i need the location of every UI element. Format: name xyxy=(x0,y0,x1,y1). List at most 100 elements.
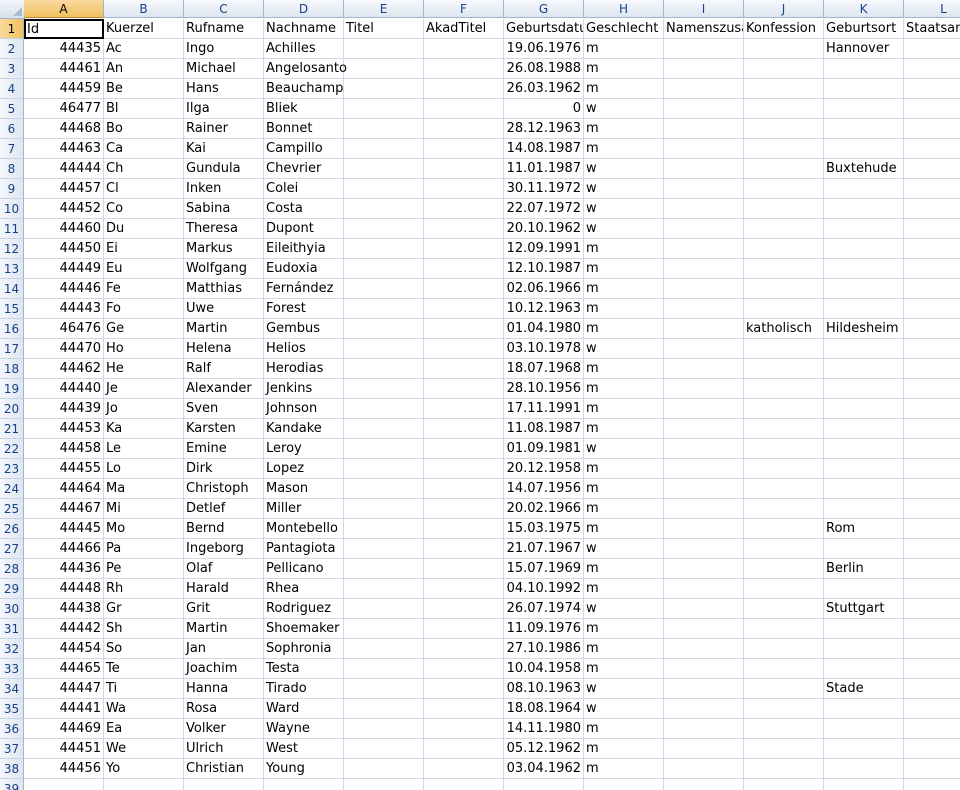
table-cell[interactable] xyxy=(424,179,504,199)
table-cell[interactable]: 12.10.1987 xyxy=(504,259,584,279)
header-cell[interactable]: Rufname xyxy=(184,19,264,39)
table-cell[interactable] xyxy=(904,719,960,739)
table-cell[interactable] xyxy=(344,399,424,419)
table-cell[interactable] xyxy=(424,259,504,279)
row-header[interactable]: 12 xyxy=(0,239,24,259)
table-cell[interactable] xyxy=(664,119,744,139)
table-cell[interactable]: Lo xyxy=(104,459,184,479)
table-cell[interactable] xyxy=(664,279,744,299)
select-all-corner[interactable] xyxy=(0,0,25,19)
table-cell[interactable]: 20.10.1962 xyxy=(504,219,584,239)
table-cell[interactable]: Johnson xyxy=(264,399,344,419)
table-cell[interactable]: 46476 xyxy=(24,319,104,339)
table-cell[interactable]: 44462 xyxy=(24,359,104,379)
table-cell[interactable]: Dirk xyxy=(184,459,264,479)
table-cell[interactable]: Sabina xyxy=(184,199,264,219)
table-cell[interactable] xyxy=(824,719,904,739)
table-cell[interactable] xyxy=(664,159,744,179)
table-cell[interactable]: 44446 xyxy=(24,279,104,299)
table-cell[interactable]: Helena xyxy=(184,339,264,359)
table-cell[interactable] xyxy=(744,739,824,759)
table-cell[interactable] xyxy=(424,219,504,239)
table-cell[interactable]: Hildesheim xyxy=(824,319,904,339)
table-cell[interactable]: 08.10.1963 xyxy=(504,679,584,699)
table-cell[interactable] xyxy=(904,259,960,279)
table-cell[interactable]: 44466 xyxy=(24,539,104,559)
spreadsheet-grid[interactable]: ABCDEFGHIJKL 1 Id Kuerzel Rufname Nachname Ti… xyxy=(0,0,960,790)
table-cell[interactable]: 18.08.1964 xyxy=(504,699,584,719)
table-cell[interactable] xyxy=(104,779,184,790)
table-cell[interactable]: Dupont xyxy=(264,219,344,239)
table-cell[interactable] xyxy=(424,79,504,99)
table-cell[interactable]: Ma xyxy=(104,479,184,499)
table-cell[interactable] xyxy=(344,319,424,339)
table-cell[interactable] xyxy=(344,139,424,159)
table-cell[interactable]: 12.09.1991 xyxy=(504,239,584,259)
table-cell[interactable] xyxy=(744,459,824,479)
table-cell[interactable] xyxy=(344,299,424,319)
table-cell[interactable]: Berlin xyxy=(824,559,904,579)
table-cell[interactable]: Martin xyxy=(184,319,264,339)
table-cell[interactable]: Eileithyia xyxy=(264,239,344,259)
header-cell[interactable]: Kuerzel xyxy=(104,19,184,39)
table-cell[interactable]: m xyxy=(584,739,664,759)
table-cell[interactable] xyxy=(824,239,904,259)
table-cell[interactable]: 44467 xyxy=(24,499,104,519)
table-cell[interactable]: 04.10.1992 xyxy=(504,579,584,599)
table-cell[interactable] xyxy=(824,499,904,519)
table-cell[interactable] xyxy=(344,519,424,539)
table-cell[interactable]: Hannover xyxy=(824,39,904,59)
table-cell[interactable] xyxy=(424,359,504,379)
table-cell[interactable] xyxy=(904,579,960,599)
table-cell[interactable] xyxy=(344,619,424,639)
table-cell[interactable]: 44450 xyxy=(24,239,104,259)
table-cell[interactable]: katholisch xyxy=(744,319,824,339)
table-cell[interactable]: Campillo xyxy=(264,139,344,159)
table-cell[interactable] xyxy=(184,779,264,790)
table-cell[interactable]: Rodriguez xyxy=(264,599,344,619)
table-cell[interactable] xyxy=(664,779,744,790)
table-cell[interactable]: Alexander xyxy=(184,379,264,399)
table-cell[interactable]: w xyxy=(584,159,664,179)
table-cell[interactable]: 03.04.1962 xyxy=(504,759,584,779)
table-cell[interactable] xyxy=(744,339,824,359)
table-cell[interactable]: 15.03.1975 xyxy=(504,519,584,539)
table-cell[interactable]: West xyxy=(264,739,344,759)
table-cell[interactable]: Rhea xyxy=(264,579,344,599)
table-cell[interactable] xyxy=(664,559,744,579)
table-cell[interactable] xyxy=(664,399,744,419)
table-cell[interactable] xyxy=(664,299,744,319)
table-cell[interactable]: w xyxy=(584,539,664,559)
table-cell[interactable]: m xyxy=(584,639,664,659)
row-header[interactable]: 4 xyxy=(0,79,24,99)
table-cell[interactable] xyxy=(904,399,960,419)
table-cell[interactable] xyxy=(824,619,904,639)
table-cell[interactable] xyxy=(904,439,960,459)
table-cell[interactable]: Fe xyxy=(104,279,184,299)
column-header-h[interactable]: H xyxy=(584,0,664,18)
header-cell[interactable]: Titel xyxy=(344,19,424,39)
table-cell[interactable]: Pe xyxy=(104,559,184,579)
table-cell[interactable]: m xyxy=(584,259,664,279)
row-header[interactable]: 16 xyxy=(0,319,24,339)
table-cell[interactable]: Uwe xyxy=(184,299,264,319)
table-cell[interactable]: Je xyxy=(104,379,184,399)
table-cell[interactable]: m xyxy=(584,619,664,639)
table-cell[interactable] xyxy=(904,679,960,699)
table-cell[interactable] xyxy=(744,479,824,499)
row-header[interactable]: 34 xyxy=(0,679,24,699)
table-cell[interactable]: Cl xyxy=(104,179,184,199)
table-cell[interactable]: 02.06.1966 xyxy=(504,279,584,299)
table-cell[interactable] xyxy=(344,679,424,699)
table-cell[interactable] xyxy=(744,519,824,539)
header-cell[interactable]: Staatsangehörigkeit xyxy=(904,19,960,39)
table-cell[interactable] xyxy=(424,39,504,59)
table-cell[interactable]: w xyxy=(584,599,664,619)
table-cell[interactable]: Ka xyxy=(104,419,184,439)
table-cell[interactable]: Leroy xyxy=(264,439,344,459)
table-cell[interactable] xyxy=(664,179,744,199)
column-header-f[interactable]: F xyxy=(424,0,504,18)
table-cell[interactable]: 10.12.1963 xyxy=(504,299,584,319)
table-cell[interactable] xyxy=(904,619,960,639)
row-header[interactable]: 22 xyxy=(0,439,24,459)
